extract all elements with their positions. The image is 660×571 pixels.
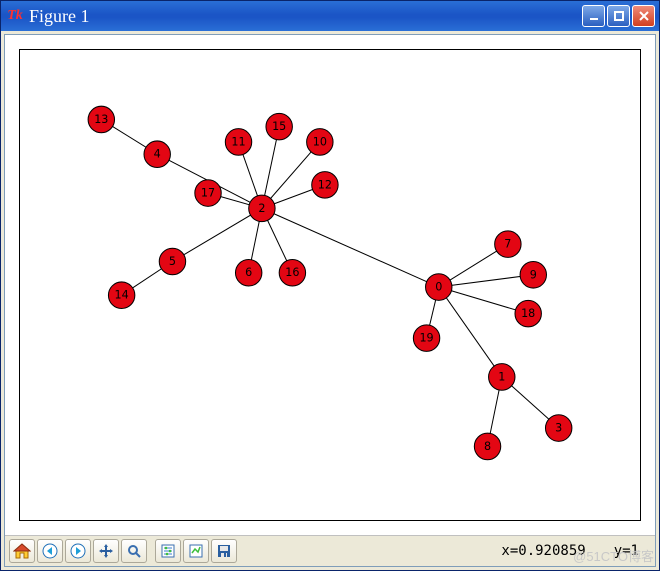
- graph-node-label: 12: [318, 178, 332, 191]
- cursor-y-readout: y=1: [614, 543, 639, 559]
- axes-config-button[interactable]: [183, 539, 209, 563]
- graph-node[interactable]: 5: [159, 248, 185, 275]
- graph-node-label: 19: [419, 332, 433, 345]
- graph-node[interactable]: 12: [312, 172, 338, 199]
- axes-frame: 012345678910111213141516171819: [19, 49, 641, 521]
- graph-node-label: 10: [313, 135, 327, 148]
- graph-node[interactable]: 16: [279, 259, 305, 286]
- client-area: 012345678910111213141516171819: [4, 34, 656, 567]
- arrow-right-icon: [70, 543, 86, 559]
- cursor-x-readout: x=0.920859: [501, 543, 585, 559]
- save-icon: [216, 543, 232, 559]
- forward-button[interactable]: [65, 539, 91, 563]
- graph-node[interactable]: 0: [426, 274, 452, 301]
- graph-node[interactable]: 18: [515, 300, 541, 327]
- plot-area[interactable]: 012345678910111213141516171819: [5, 35, 655, 535]
- graph-node-label: 1: [498, 370, 505, 383]
- graph-node-label: 5: [169, 255, 176, 268]
- graph-edge: [439, 287, 528, 314]
- graph-svg: 012345678910111213141516171819: [20, 50, 640, 520]
- arrow-left-icon: [42, 543, 58, 559]
- axes-icon: [188, 543, 204, 559]
- close-button[interactable]: [632, 5, 655, 27]
- maximize-button[interactable]: [607, 5, 630, 27]
- home-button[interactable]: [9, 539, 35, 563]
- graph-node-label: 11: [231, 135, 245, 148]
- graph-node-label: 14: [115, 289, 129, 302]
- graph-node[interactable]: 7: [495, 231, 521, 258]
- nav-toolbar: x=0.920859 y=1: [5, 535, 655, 566]
- save-button[interactable]: [211, 539, 237, 563]
- graph-edge: [439, 275, 534, 287]
- graph-node-label: 17: [201, 187, 215, 200]
- graph-node[interactable]: 3: [545, 415, 571, 442]
- window-controls: [582, 5, 655, 27]
- zoom-rect-icon: [126, 543, 142, 559]
- graph-node[interactable]: 2: [249, 195, 275, 222]
- minimize-button[interactable]: [582, 5, 605, 27]
- graph-node[interactable]: 8: [474, 433, 500, 460]
- graph-node[interactable]: 9: [520, 262, 546, 289]
- graph-node-label: 15: [272, 120, 286, 133]
- graph-node[interactable]: 10: [307, 129, 333, 156]
- graph-node-label: 13: [94, 113, 108, 126]
- pan-button[interactable]: [93, 539, 119, 563]
- titlebar[interactable]: Tk Figure 1: [1, 1, 659, 31]
- graph-node-label: 4: [154, 148, 161, 161]
- graph-node[interactable]: 19: [413, 325, 439, 352]
- graph-node-label: 3: [555, 422, 562, 435]
- graph-edge: [172, 208, 261, 261]
- app-icon: Tk: [7, 8, 23, 24]
- graph-node[interactable]: 4: [144, 141, 170, 168]
- graph-node-label: 9: [530, 268, 537, 281]
- graph-node-label: 2: [258, 202, 265, 215]
- graph-node[interactable]: 14: [108, 282, 134, 309]
- graph-edge: [439, 287, 502, 377]
- zoom-button[interactable]: [121, 539, 147, 563]
- graph-node-label: 6: [245, 266, 252, 279]
- graph-node[interactable]: 15: [266, 113, 292, 140]
- graph-node[interactable]: 17: [195, 180, 221, 207]
- graph-node-label: 16: [285, 266, 299, 279]
- subplots-button[interactable]: [155, 539, 181, 563]
- graph-node-label: 0: [435, 281, 442, 294]
- window-frame: Tk Figure 1 0123456789101112131415161718…: [0, 0, 660, 571]
- configure-icon: [160, 543, 176, 559]
- graph-node[interactable]: 13: [88, 106, 114, 133]
- home-icon: [13, 543, 31, 559]
- window-title: Figure 1: [29, 6, 90, 27]
- graph-node-label: 7: [504, 238, 511, 251]
- graph-node-label: 8: [484, 440, 491, 453]
- graph-node[interactable]: 11: [225, 129, 251, 156]
- graph-node[interactable]: 6: [235, 259, 261, 286]
- graph-node-label: 18: [521, 307, 535, 320]
- move-icon: [98, 543, 114, 559]
- graph-node[interactable]: 1: [489, 364, 515, 391]
- back-button[interactable]: [37, 539, 63, 563]
